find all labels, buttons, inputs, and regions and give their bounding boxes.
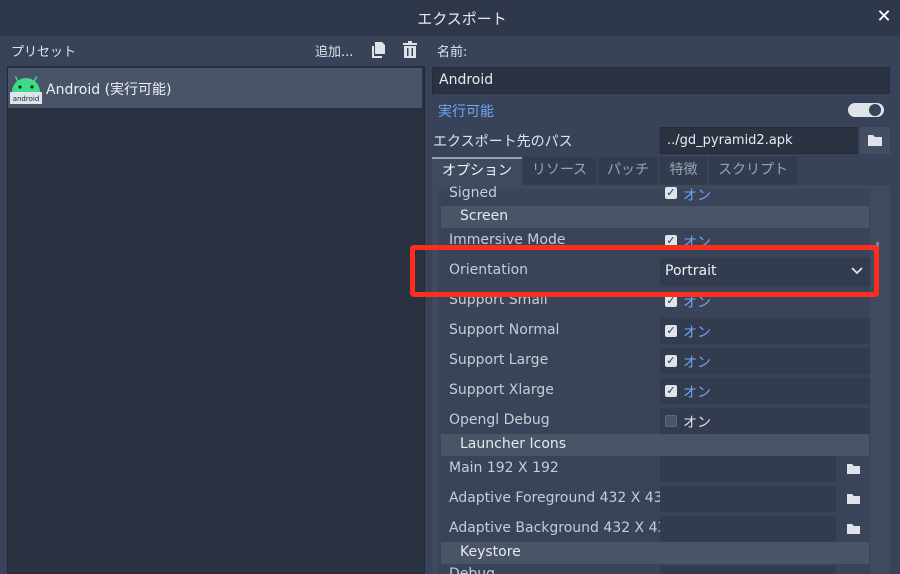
tab-resources[interactable]: リソース	[523, 157, 596, 185]
checkbox-support-normal[interactable]: ✓	[665, 325, 677, 337]
section-keystore-label: Keystore	[460, 544, 521, 560]
option-label-support-large: Support Large	[449, 352, 549, 368]
tab-options[interactable]: オプション	[432, 157, 522, 185]
value-support-xlarge: オン	[683, 385, 711, 401]
adaptive-bg-field[interactable]	[660, 516, 836, 542]
android-icon: android	[10, 76, 42, 104]
tab-script[interactable]: スクリプト	[709, 157, 797, 185]
export-path-label: エクスポート先のパス	[433, 134, 573, 150]
export-path-field[interactable]: ../gd_pyramid2.apk	[660, 127, 858, 154]
folder-icon	[868, 135, 882, 146]
folder-icon	[847, 524, 860, 534]
duplicate-icon[interactable]	[370, 41, 386, 59]
option-label-opengl-debug: Opengl Debug	[449, 412, 550, 428]
check-icon: ✓	[666, 384, 676, 397]
browse-main-192-button[interactable]	[838, 456, 868, 482]
option-label-signed: Signed	[449, 185, 498, 201]
add-preset-button[interactable]: 追加...	[315, 41, 353, 60]
option-label-support-normal: Support Normal	[449, 322, 560, 338]
value-support-large: オン	[683, 355, 711, 371]
browse-adaptive-bg-button[interactable]	[838, 516, 868, 542]
check-icon: ✓	[666, 324, 676, 337]
folder-icon	[847, 464, 860, 474]
name-label: 名前:	[437, 45, 468, 60]
toggle-knob	[869, 104, 881, 116]
section-launcher-icons-label: Launcher Icons	[460, 436, 567, 452]
browse-path-button[interactable]	[860, 127, 890, 154]
option-label-support-xlarge: Support Xlarge	[449, 382, 554, 398]
tab-features[interactable]: 特徴	[660, 157, 707, 185]
browse-adaptive-fg-button[interactable]	[838, 486, 868, 512]
check-icon: ✓	[666, 354, 676, 367]
checkbox-opengl-debug[interactable]	[665, 415, 677, 427]
option-label-adaptive-fg: Adaptive Foreground 432 X 43	[449, 490, 663, 506]
preset-list[interactable]	[7, 66, 425, 574]
option-label-main-192: Main 192 X 192	[449, 460, 559, 476]
option-label-debug: Debug	[449, 566, 496, 574]
adaptive-fg-field[interactable]	[660, 486, 836, 512]
tab-patches[interactable]: パッチ	[598, 157, 658, 185]
debug-field[interactable]	[660, 566, 836, 574]
orientation-highlight	[410, 245, 879, 297]
runnable-label: 実行可能	[438, 104, 494, 120]
window-title: エクスポート	[417, 10, 507, 28]
checkbox-support-xlarge[interactable]: ✓	[665, 385, 677, 397]
trash-icon[interactable]	[401, 41, 419, 59]
option-label-adaptive-bg: Adaptive Background 432 X 43	[449, 520, 667, 536]
preset-item-label: Android (実行可能)	[46, 82, 172, 98]
checkbox-signed[interactable]: ✓	[665, 187, 677, 199]
name-field[interactable]: Android	[432, 67, 890, 94]
presets-label: プリセット	[11, 45, 77, 60]
svg-text:android: android	[13, 95, 40, 103]
value-support-normal: オン	[683, 325, 711, 341]
main-192-field[interactable]	[660, 456, 836, 482]
checkbox-support-large[interactable]: ✓	[665, 355, 677, 367]
value-signed: オン	[683, 188, 711, 204]
check-icon: ✓	[666, 186, 676, 199]
close-icon[interactable]: ✕	[873, 6, 895, 28]
section-screen-label: Screen	[460, 208, 509, 224]
folder-icon	[847, 494, 860, 504]
value-opengl-debug: オン	[683, 415, 711, 431]
